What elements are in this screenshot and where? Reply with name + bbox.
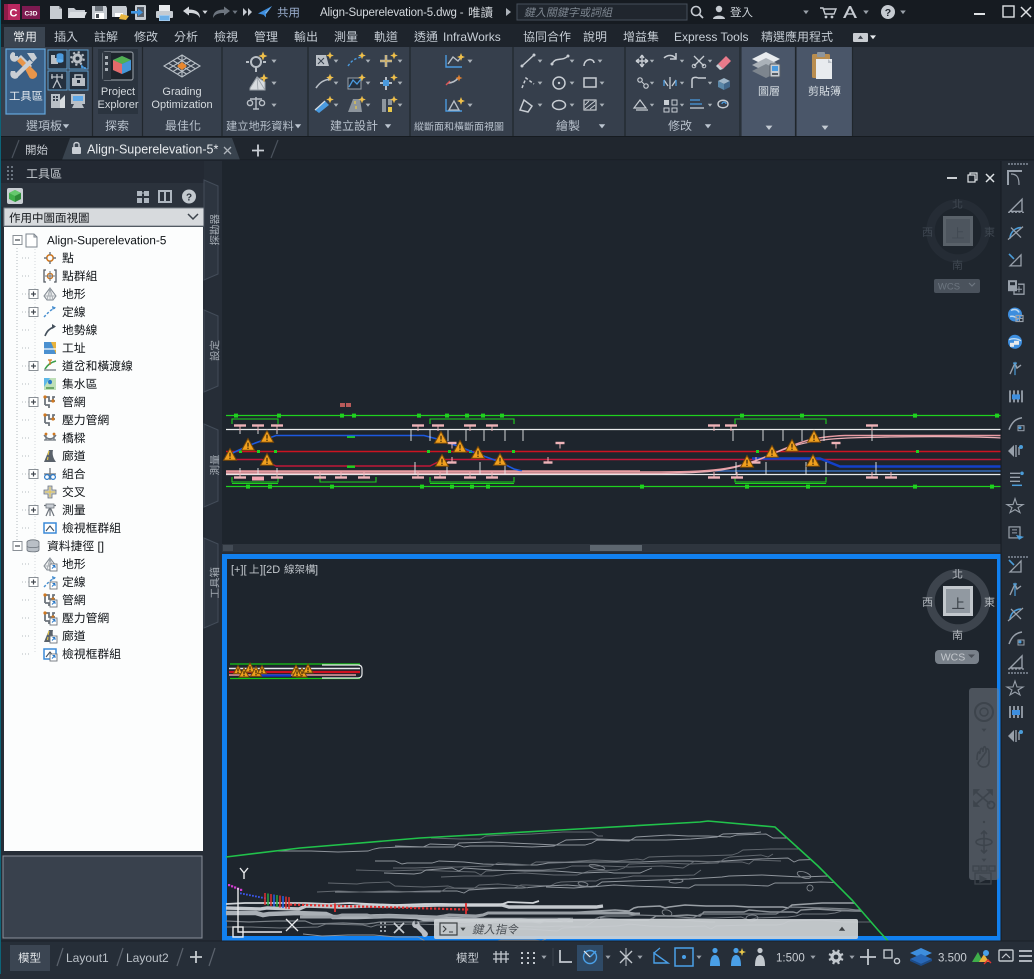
svg-text:Layout1: Layout1 xyxy=(66,951,109,965)
svg-text:?: ? xyxy=(885,7,891,19)
svg-text:C3D: C3D xyxy=(24,11,37,18)
svg-text:1:500: 1:500 xyxy=(776,953,805,965)
svg-text:Optimization: Optimization xyxy=(151,99,212,111)
svg-text:][2D: ][2D xyxy=(260,564,280,576)
svg-text:]: ] xyxy=(315,564,318,576)
svg-text:Grading: Grading xyxy=(162,86,201,98)
svg-text:?: ? xyxy=(186,193,192,204)
svg-text:WCS: WCS xyxy=(938,282,960,293)
svg-text:3.500: 3.500 xyxy=(938,953,967,965)
svg-text:Explorer: Explorer xyxy=(98,99,139,111)
svg-text:InfraWorks: InfraWorks xyxy=(443,30,501,44)
svg-text:WCS: WCS xyxy=(941,652,966,664)
svg-text:Layout2: Layout2 xyxy=(126,951,169,965)
svg-text:C: C xyxy=(10,8,18,20)
svg-text:Align-Superelevation-5.dwg -: Align-Superelevation-5.dwg - xyxy=(320,7,464,19)
svg-text:Express Tools: Express Tools xyxy=(674,30,748,44)
svg-text:Project: Project xyxy=(101,86,135,98)
svg-text:[+][: [+][ xyxy=(231,564,247,576)
svg-text:Align-Superelevation-5*: Align-Superelevation-5* xyxy=(87,143,218,157)
